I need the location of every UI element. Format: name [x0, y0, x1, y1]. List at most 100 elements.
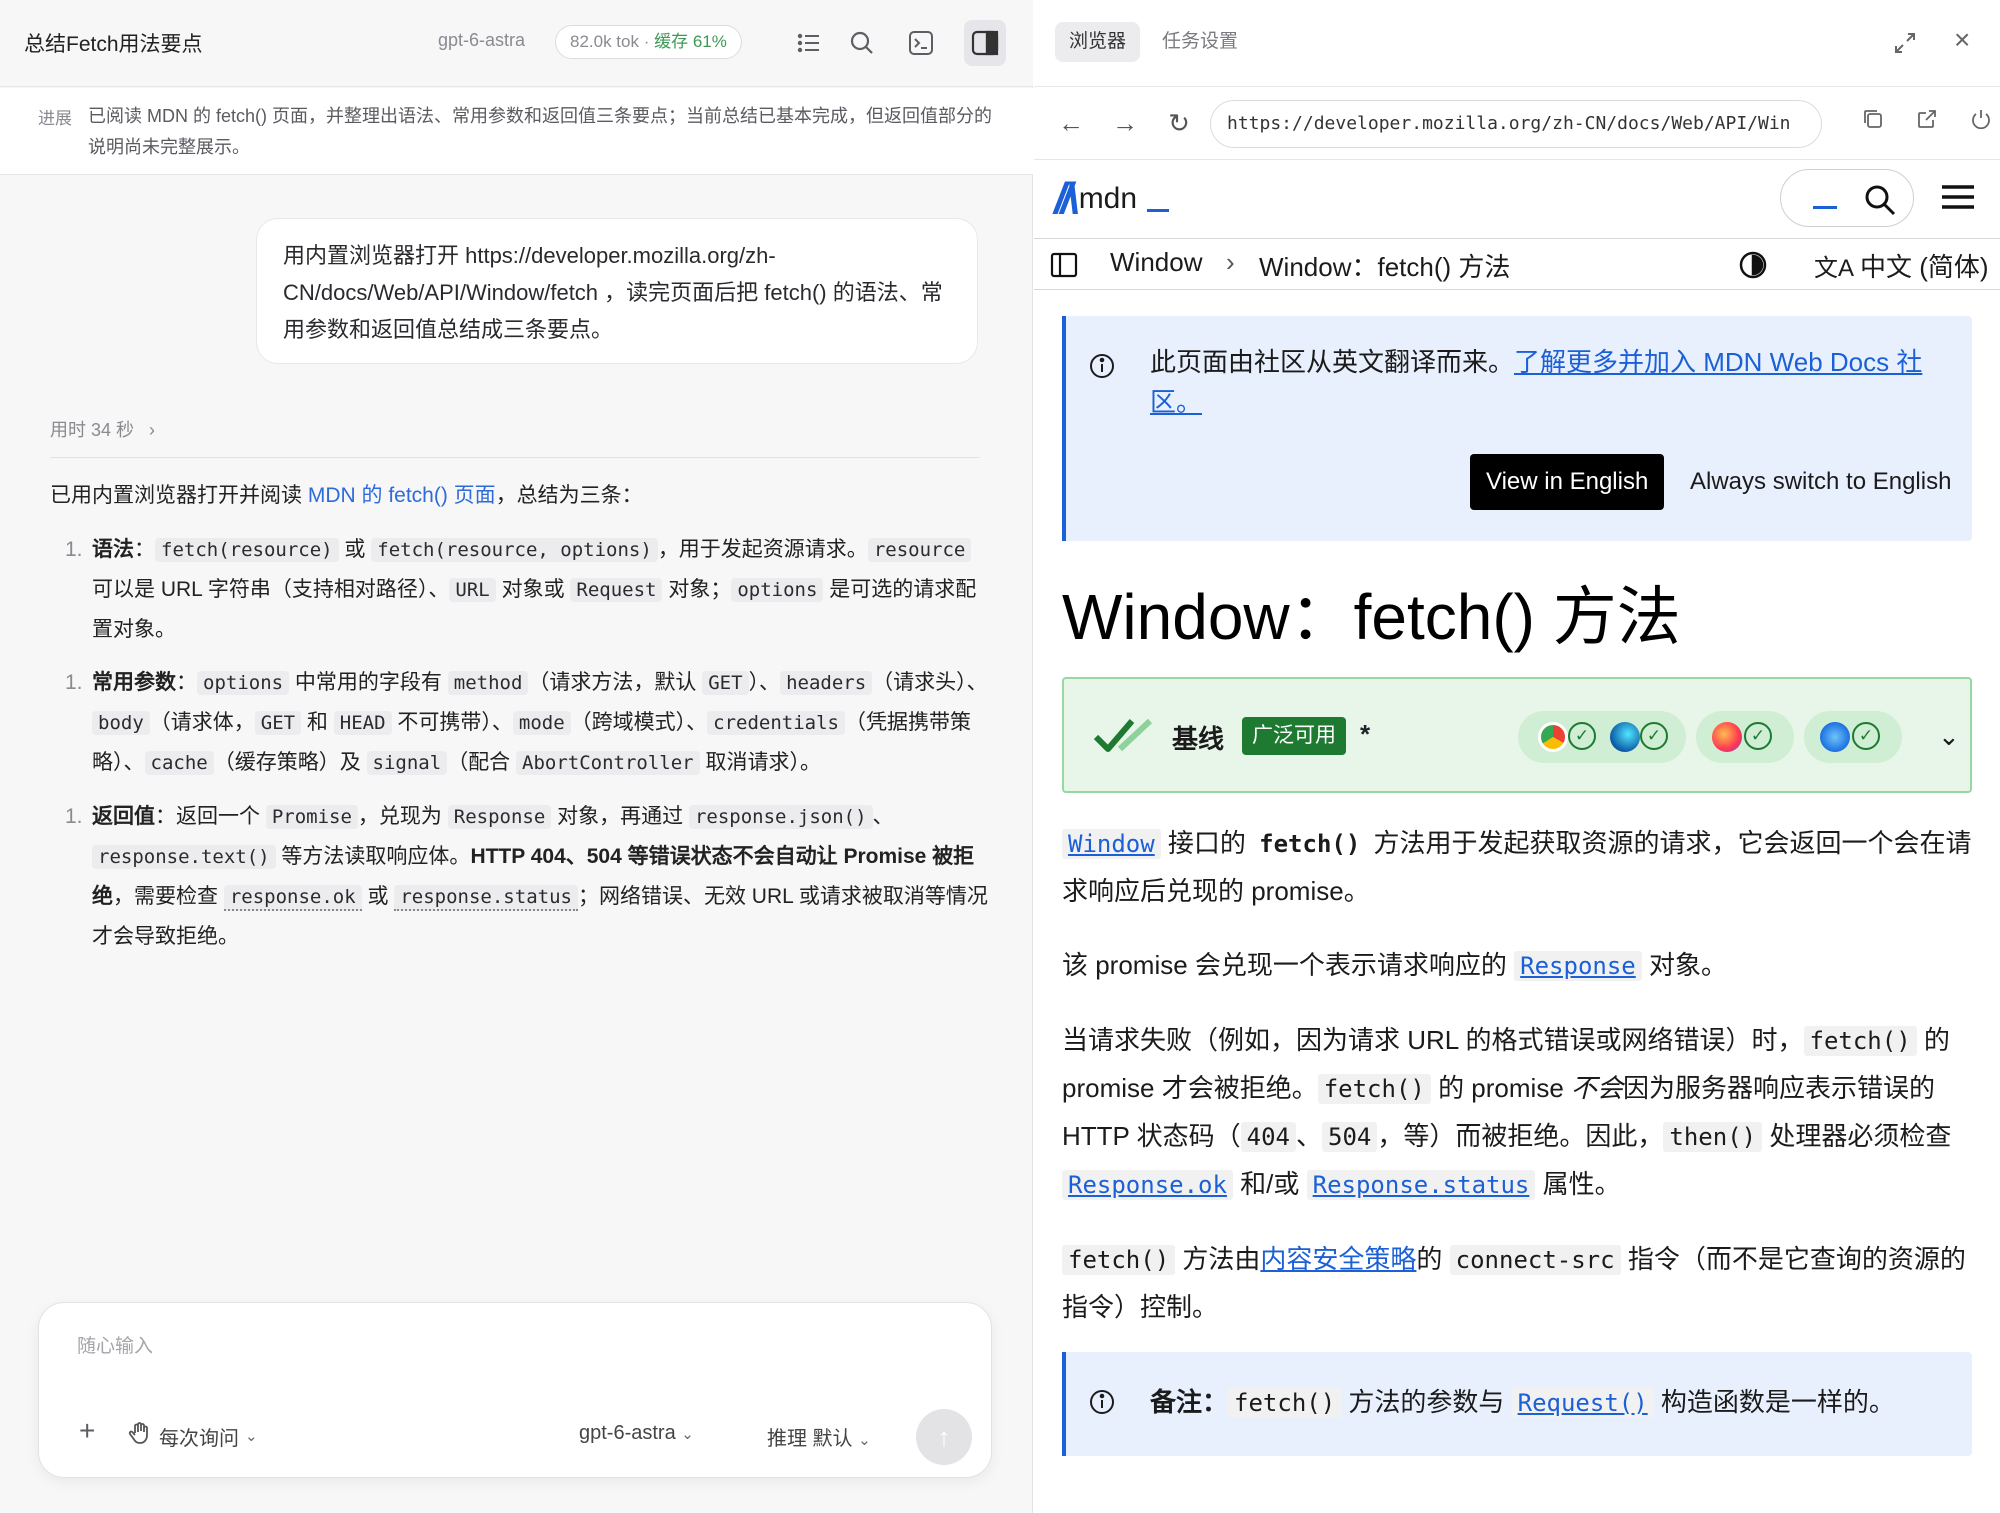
browser-panel: 浏览器 任务设置 × ← → ↻ https://developer.mozil…	[1034, 0, 2000, 1513]
model-name: gpt-6-astra	[438, 30, 526, 50]
translation-notice: 此页面由社区从英文翻译而来。了解更多并加入 MDN Web Docs 社区。 V…	[1062, 316, 1972, 541]
menu-icon[interactable]	[1940, 177, 1976, 217]
text: ，需要检查	[113, 885, 224, 908]
close-icon[interactable]: ×	[1954, 24, 1970, 56]
mdn-logo-text: mdn	[1078, 182, 1138, 215]
token-usage-badge: 82.0k tok · 缓存 61%	[555, 25, 742, 59]
inline-code-link[interactable]: response.ok	[223, 885, 362, 911]
text: 处理器必须检查	[1762, 1121, 1952, 1151]
note-callout: 备注： fetch() 方法的参数与 Request() 构造函数是一样的。	[1062, 1352, 1972, 1456]
response-status-link[interactable]: Response.status	[1306, 1169, 1536, 1200]
chevron-down-icon[interactable]: ⌄	[1938, 721, 1960, 752]
mdn-fetch-link[interactable]: MDN 的 fetch() 页面	[308, 484, 496, 507]
baseline-badge: 广泛可用	[1242, 717, 1346, 755]
power-icon[interactable]	[1964, 106, 1998, 140]
inline-code: then()	[1663, 1122, 1763, 1152]
browser-support-safari: ✓	[1804, 711, 1902, 763]
language-selector[interactable]: 文A 中文 (简体)	[1814, 247, 1989, 284]
progress-text: 已阅读 MDN 的 fetch() 页面，并整理出语法、常用参数和返回值三条要点…	[88, 106, 993, 157]
send-button[interactable]: ↑	[916, 1409, 972, 1465]
csp-link[interactable]: 内容安全策略	[1260, 1244, 1416, 1274]
url-bar[interactable]: https://developer.mozilla.org/zh-CN/docs…	[1210, 100, 1822, 148]
info-icon	[1088, 352, 1116, 385]
text: 对象或	[495, 578, 571, 601]
answer-intro: 已用内置浏览器打开并阅读 MDN 的 fetch() 页面，总结为三条：	[50, 476, 990, 515]
text: 取消请求）。	[699, 751, 821, 774]
list-number: 1.	[65, 805, 83, 828]
response-ok-link[interactable]: Response.ok	[1062, 1169, 1233, 1200]
text: 对象，再通过	[551, 805, 689, 828]
view-in-english-button[interactable]: View in English	[1470, 454, 1665, 510]
paragraph-csp: fetch() 方法由内容安全策略的 connect-src 指令（而不是它查询…	[1062, 1236, 1982, 1331]
text: 对象；	[662, 578, 732, 601]
reasoning-selector[interactable]: 推理 默认 ⌄	[767, 1422, 871, 1451]
always-switch-english-button[interactable]: Always switch to English	[1690, 468, 1951, 496]
message-composer[interactable]: 随心输入 + 每次询问 ⌄ gpt-6-astra ⌄ 推理 默认 ⌄ ↑	[38, 1302, 992, 1478]
elapsed-time-text: 用时 34 秒	[50, 420, 135, 440]
inline-code-link[interactable]: response.status	[394, 885, 578, 911]
request-link[interactable]: Request()	[1511, 1387, 1654, 1418]
theme-toggle-icon[interactable]	[1738, 250, 1768, 280]
window-link[interactable]: Window	[1062, 828, 1161, 859]
composer-input[interactable]: 随心输入	[77, 1331, 153, 1358]
open-external-icon[interactable]	[1910, 106, 1944, 140]
inline-code: Promise	[265, 805, 358, 829]
elapsed-time-toggle[interactable]: 用时 34 秒 ›	[50, 416, 155, 442]
inline-code: 404	[1240, 1122, 1296, 1152]
chrome-icon	[1538, 722, 1568, 752]
code-link: Response.ok	[1062, 1170, 1233, 1200]
item-title: 常用参数	[92, 671, 176, 694]
inline-code: GET	[702, 671, 749, 695]
edge-icon	[1610, 722, 1640, 752]
copy-icon[interactable]	[1856, 106, 1890, 140]
browser-toolbar: ← → ↻ https://developer.mozilla.org/zh-C…	[1034, 88, 2000, 160]
sidebar-toggle-icon[interactable]	[1050, 252, 1078, 285]
breadcrumb: Window › Window：fetch() 方法 文A 中文 (简体)	[1034, 240, 2000, 290]
forward-icon[interactable]: →	[1108, 106, 1142, 140]
back-icon[interactable]: ←	[1054, 106, 1088, 140]
toggle-panel-icon[interactable]	[964, 20, 1006, 66]
inline-code: method	[447, 671, 529, 695]
inline-code: GET	[254, 711, 302, 735]
check-icon: ✓	[1744, 722, 1772, 750]
model-selector[interactable]: gpt-6-astra ⌄	[579, 1422, 694, 1445]
text: 的 promise	[1430, 1073, 1572, 1103]
browser-support-chrome-edge: ✓ ✓	[1518, 711, 1686, 763]
inline-code: connect-src	[1449, 1245, 1621, 1275]
paragraph-response: 该 promise 会兑现一个表示请求响应的 Response 对象。	[1062, 942, 1982, 990]
search-button[interactable]	[1780, 169, 1914, 227]
chat-panel: 总结Fetch用法要点 gpt-6-astra 82.0k tok · 缓存 6…	[0, 0, 1033, 1513]
browser-support-firefox: ✓	[1696, 711, 1794, 763]
add-attachment-button[interactable]: +	[79, 1415, 95, 1447]
hand-icon	[127, 1420, 153, 1452]
text: 和	[301, 711, 334, 734]
approval-mode-dropdown[interactable]: 每次询问 ⌄	[127, 1420, 258, 1452]
inline-code: AbortController	[516, 751, 700, 775]
code-link: Response.status	[1306, 1170, 1536, 1200]
inline-code: fetch()	[1062, 1245, 1176, 1275]
list-number: 1.	[65, 538, 83, 561]
breadcrumb-window[interactable]: Window	[1110, 247, 1202, 278]
conversation-title[interactable]: 总结Fetch用法要点	[24, 28, 203, 58]
tab-browser[interactable]: 浏览器	[1055, 22, 1141, 62]
token-count: 82.0k tok ·	[570, 32, 655, 51]
model-selector-label: gpt-6-astra	[579, 1422, 676, 1444]
list-icon[interactable]	[792, 26, 826, 60]
text: （请求体，	[149, 711, 255, 734]
item-title: 语法	[92, 538, 134, 561]
notice-message: 此页面由社区从英文翻译而来。	[1150, 347, 1515, 377]
search-icon[interactable]	[845, 26, 879, 60]
assistant-answer: 已用内置浏览器打开并阅读 MDN 的 fetch() 页面，总结为三条： 1. 语…	[50, 476, 990, 970]
note-label: 备注：	[1150, 1387, 1229, 1417]
tab-task-settings[interactable]: 任务设置	[1162, 22, 1238, 62]
chevron-down-icon: ⌄	[858, 1432, 871, 1449]
baseline-banner[interactable]: 基线 广泛可用 * ✓ ✓ ✓ ✓ ⌄	[1062, 677, 1972, 793]
expand-icon[interactable]	[1890, 28, 1920, 58]
breadcrumb-current[interactable]: Window：fetch() 方法	[1259, 247, 1510, 284]
mdn-logo[interactable]: //\ mdn	[1054, 174, 1170, 223]
terminal-icon[interactable]	[904, 26, 938, 60]
inline-code: mode	[512, 711, 571, 735]
text: 、	[872, 805, 894, 828]
reload-icon[interactable]: ↻	[1162, 106, 1196, 140]
response-link[interactable]: Response	[1514, 950, 1642, 981]
